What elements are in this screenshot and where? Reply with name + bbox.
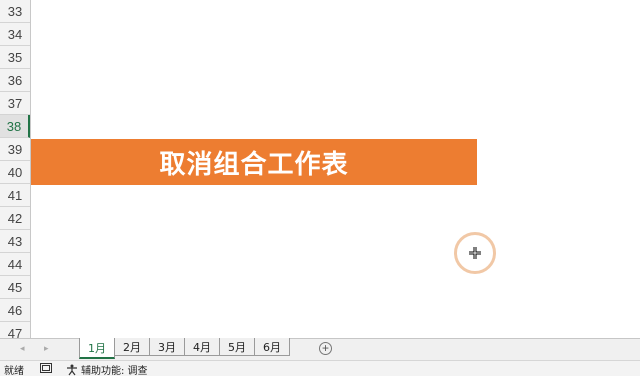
row-header-37[interactable]: 37 xyxy=(0,92,30,115)
sheet-tab-1[interactable]: 1月 xyxy=(79,338,115,359)
sheet-tab-2[interactable]: 2月 xyxy=(114,338,150,356)
row-header-41[interactable]: 41 xyxy=(0,184,30,207)
sheet-tab-4[interactable]: 4月 xyxy=(184,338,220,356)
row-header-43[interactable]: 43 xyxy=(0,230,30,253)
worksheet-grid[interactable]: 33 34 35 36 37 38 39 40 41 42 43 44 45 46 47 取消组合工作表 xyxy=(0,0,640,338)
row-header-35[interactable]: 35 xyxy=(0,46,30,69)
row-header-45[interactable]: 45 xyxy=(0,276,30,299)
add-sheet-icon[interactable]: + xyxy=(319,342,332,355)
sheet-tab-bar: ◂ ▸ 1月 2月 3月 4月 5月 6月 + xyxy=(0,338,640,360)
title-banner-shape[interactable]: 取消组合工作表 xyxy=(31,139,477,185)
row-header-34[interactable]: 34 xyxy=(0,23,30,46)
sheet-tabs: 1月 2月 3月 4月 5月 6月 xyxy=(79,338,290,360)
row-header-47[interactable]: 47 xyxy=(0,322,30,339)
row-header-36[interactable]: 36 xyxy=(0,69,30,92)
sheet-tab-3[interactable]: 3月 xyxy=(149,338,185,356)
sheet-tab-5[interactable]: 5月 xyxy=(219,338,255,356)
row-header-39[interactable]: 39 xyxy=(0,138,30,161)
macro-record-icon[interactable] xyxy=(40,363,52,376)
accessibility-status[interactable]: 辅助功能: 调查 xyxy=(66,362,148,377)
scroll-tabs-right-icon[interactable]: ▸ xyxy=(44,343,49,354)
row-header-44[interactable]: 44 xyxy=(0,253,30,276)
title-banner-text: 取消组合工作表 xyxy=(159,149,349,180)
row-header-46[interactable]: 46 xyxy=(0,299,30,322)
status-bar: 就绪 辅助功能: 调查 xyxy=(0,360,640,377)
row-header-40[interactable]: 40 xyxy=(0,161,30,184)
row-header-33[interactable]: 33 xyxy=(0,0,30,23)
accessibility-icon xyxy=(67,364,77,375)
move-cross-icon xyxy=(469,247,481,259)
row-header-42[interactable]: 42 xyxy=(0,207,30,230)
row-headers: 33 34 35 36 37 38 39 40 41 42 43 44 45 46 47 xyxy=(0,0,31,338)
mouse-cursor-highlight xyxy=(454,232,496,274)
accessibility-status-text: 辅助功能: 调查 xyxy=(81,366,148,377)
row-header-38[interactable]: 38 xyxy=(0,115,30,138)
status-ready-text: 就绪 xyxy=(4,366,24,377)
sheet-tab-6[interactable]: 6月 xyxy=(254,338,290,356)
scroll-tabs-left-icon[interactable]: ◂ xyxy=(20,343,25,354)
